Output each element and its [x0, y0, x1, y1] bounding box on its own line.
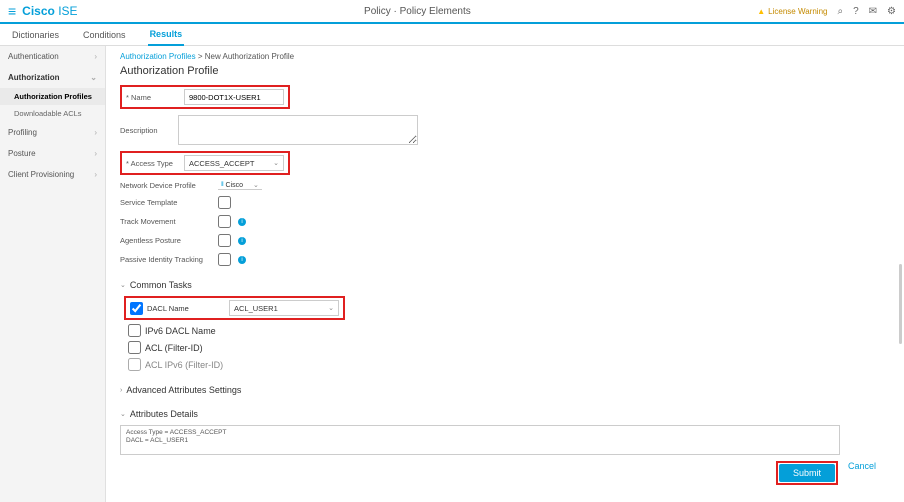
breadcrumb: Authorization Profiles > New Authorizati…	[120, 52, 890, 61]
notifications-icon[interactable]: ✉	[869, 6, 877, 17]
sidebar-item-authorization[interactable]: Authorization⌄	[0, 67, 105, 88]
description-textarea[interactable]	[178, 115, 418, 145]
track-movement-label: Track Movement	[120, 217, 212, 226]
submit-button[interactable]: Submit	[779, 464, 835, 482]
license-warning[interactable]: ▲ License Warning	[757, 7, 827, 16]
scrollbar[interactable]	[899, 264, 902, 344]
tab-bar: Dictionaries Conditions Results	[0, 24, 904, 46]
info-icon[interactable]: i	[238, 237, 246, 245]
dacl-name-select[interactable]: ACL_USER1 ⌄	[229, 300, 339, 316]
acl-filter-checkbox[interactable]	[128, 341, 141, 354]
sidebar-item-authentication[interactable]: Authentication›	[0, 46, 105, 67]
search-icon[interactable]: ⌕	[837, 6, 843, 17]
breadcrumb-current: New Authorization Profile	[205, 52, 294, 61]
dacl-name-label: DACL Name	[147, 304, 229, 313]
menu-icon[interactable]: ≡	[8, 3, 16, 19]
info-icon[interactable]: i	[238, 256, 246, 264]
main-content: Authorization Profiles > New Authorizati…	[106, 46, 904, 502]
cisco-logo-icon: ⫴	[221, 182, 224, 189]
acl-ipv6-checkbox[interactable]	[128, 358, 141, 371]
agentless-posture-label: Agentless Posture	[120, 236, 212, 245]
info-icon[interactable]: i	[238, 218, 246, 226]
acl-ipv6-label: ACL IPv6 (Filter-ID)	[145, 360, 223, 370]
attributes-details-section-toggle[interactable]: ⌄ Attributes Details	[120, 409, 890, 419]
form-footer: Submit Cancel	[120, 455, 890, 491]
access-type-label: * Access Type	[126, 159, 184, 168]
chevron-right-icon: ›	[94, 170, 97, 179]
passive-identity-label: Passive Identity Tracking	[120, 255, 212, 264]
track-movement-checkbox[interactable]	[218, 215, 231, 228]
chevron-right-icon: ›	[94, 52, 97, 61]
advanced-attributes-section-toggle[interactable]: › Advanced Attributes Settings	[120, 385, 890, 395]
chevron-right-icon: ›	[120, 387, 122, 394]
chevron-right-icon: ›	[94, 149, 97, 158]
chevron-down-icon: ⌄	[90, 73, 97, 82]
cancel-button[interactable]: Cancel	[848, 461, 876, 485]
passive-identity-checkbox[interactable]	[218, 253, 231, 266]
agentless-posture-checkbox[interactable]	[218, 234, 231, 247]
dacl-name-checkbox[interactable]	[130, 302, 143, 315]
sidebar-item-profiling[interactable]: Profiling›	[0, 122, 105, 143]
settings-icon[interactable]: ⚙	[887, 6, 896, 17]
warning-icon: ▲	[757, 7, 765, 16]
common-tasks-section-toggle[interactable]: ⌄ Common Tasks	[120, 280, 890, 290]
acl-filter-label: ACL (Filter-ID)	[145, 343, 203, 353]
ipv6-dacl-checkbox[interactable]	[128, 324, 141, 337]
sidebar-item-posture[interactable]: Posture›	[0, 143, 105, 164]
sidebar-item-client-provisioning[interactable]: Client Provisioning›	[0, 164, 105, 185]
brand: Cisco ISE	[22, 4, 77, 18]
description-label: Description	[120, 126, 178, 135]
breadcrumb-parent[interactable]: Authorization Profiles	[120, 52, 196, 61]
ipv6-dacl-label: IPv6 DACL Name	[145, 326, 216, 336]
attributes-details-box: Access Type = ACCESS_ACCEPT DACL = ACL_U…	[120, 425, 840, 455]
service-template-label: Service Template	[120, 198, 212, 207]
access-type-select[interactable]: ACCESS_ACCEPT ⌄	[184, 155, 284, 171]
tab-dictionaries[interactable]: Dictionaries	[10, 25, 61, 45]
chevron-down-icon: ⌄	[273, 159, 279, 167]
tab-conditions[interactable]: Conditions	[81, 25, 128, 45]
ndp-label: Network Device Profile	[120, 181, 212, 190]
top-bar: ≡ Cisco ISE Policy · Policy Elements ▲ L…	[0, 0, 904, 24]
name-input[interactable]	[189, 93, 279, 102]
tab-results[interactable]: Results	[148, 24, 185, 46]
chevron-down-icon: ⌄	[120, 281, 126, 289]
ndp-select[interactable]: ⫴ Cisco ⌄	[218, 181, 262, 190]
chevron-down-icon: ⌄	[328, 304, 334, 312]
chevron-down-icon: ⌄	[120, 410, 126, 418]
chevron-down-icon: ⌄	[253, 181, 259, 189]
page-title: Policy · Policy Elements	[78, 6, 758, 17]
sidebar-item-authz-profiles[interactable]: Authorization Profiles	[0, 88, 105, 105]
help-icon[interactable]: ?	[853, 6, 859, 17]
service-template-checkbox[interactable]	[218, 196, 231, 209]
name-label: * Name	[126, 93, 184, 102]
sidebar: Authentication› Authorization⌄ Authoriza…	[0, 46, 106, 502]
chevron-right-icon: ›	[94, 128, 97, 137]
form-title: Authorization Profile	[120, 65, 890, 77]
sidebar-item-downloadable-acls[interactable]: Downloadable ACLs	[0, 105, 105, 122]
